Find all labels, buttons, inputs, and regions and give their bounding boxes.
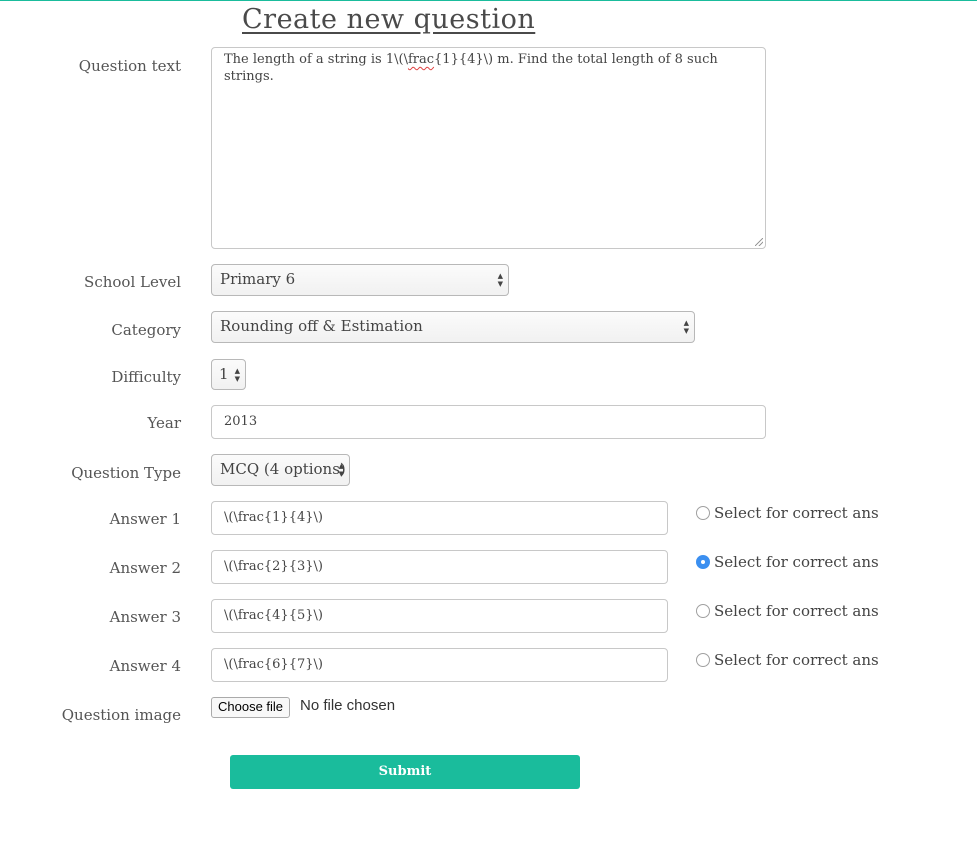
category-label: Category xyxy=(111,321,181,339)
answer-4-label: Answer 4 xyxy=(109,657,181,675)
answer-3-label: Answer 3 xyxy=(109,608,181,626)
question-text-part: The length of a string is 1\(\ xyxy=(224,52,408,67)
category-select[interactable]: Rounding off & Estimation ▲ ▼ xyxy=(211,311,695,343)
answer-1-label: Answer 1 xyxy=(109,510,181,528)
answer-4-radio-label: Select for correct ans xyxy=(714,651,879,669)
difficulty-select[interactable]: 1 ▲ ▼ xyxy=(211,359,246,390)
answer-1-correct-option[interactable]: Select for correct ans xyxy=(696,504,879,522)
answer-1-radio[interactable] xyxy=(696,506,710,520)
select-arrows-icon: ▲ ▼ xyxy=(683,319,689,335)
question-text-area[interactable]: The length of a string is 1\(\frac{1}{4}… xyxy=(211,47,766,249)
answer-1-value: \(\frac{1}{4}\) xyxy=(224,510,323,525)
answer-2-input[interactable]: \(\frac{2}{3}\) xyxy=(211,550,668,584)
answer-4-correct-option[interactable]: Select for correct ans xyxy=(696,651,879,669)
select-arrows-icon: ▲ ▼ xyxy=(338,462,344,478)
question-type-label: Question Type xyxy=(71,464,181,482)
top-accent-line xyxy=(0,0,977,1)
answer-4-radio[interactable] xyxy=(696,653,710,667)
question-text-label: Question text xyxy=(78,57,181,75)
difficulty-value: 1 xyxy=(219,365,229,383)
year-label: Year xyxy=(147,414,181,432)
difficulty-label: Difficulty xyxy=(111,368,181,386)
answer-3-input[interactable]: \(\frac{4}{5}\) xyxy=(211,599,668,633)
answer-2-value: \(\frac{2}{3}\) xyxy=(224,559,323,574)
year-value: 2013 xyxy=(224,414,258,429)
answer-2-radio[interactable] xyxy=(696,555,710,569)
category-value: Rounding off & Estimation xyxy=(220,317,423,335)
school-level-value: Primary 6 xyxy=(220,270,296,288)
spellcheck-word: frac xyxy=(407,52,435,67)
answer-1-input[interactable]: \(\frac{1}{4}\) xyxy=(211,501,668,535)
answer-3-correct-option[interactable]: Select for correct ans xyxy=(696,602,879,620)
school-level-label: School Level xyxy=(84,273,181,291)
answer-2-correct-option[interactable]: Select for correct ans xyxy=(696,553,879,571)
answer-2-radio-label: Select for correct ans xyxy=(714,553,879,571)
resize-handle-icon[interactable] xyxy=(755,238,763,246)
choose-file-button[interactable]: Choose file xyxy=(211,697,291,718)
answer-1-radio-label: Select for correct ans xyxy=(714,504,879,522)
select-arrows-icon: ▲ ▼ xyxy=(497,272,503,288)
submit-button[interactable]: Submit xyxy=(230,755,580,789)
answer-3-radio-label: Select for correct ans xyxy=(714,602,879,620)
year-input[interactable]: 2013 xyxy=(211,405,766,439)
answer-4-input[interactable]: \(\frac{6}{7}\) xyxy=(211,648,668,682)
question-type-value: MCQ (4 options) xyxy=(220,460,346,478)
question-image-label: Question image xyxy=(61,706,181,724)
page-title: Create new question xyxy=(242,4,536,35)
answer-3-radio[interactable] xyxy=(696,604,710,618)
answer-2-label: Answer 2 xyxy=(109,559,181,577)
file-status-text: No file chosen xyxy=(300,697,396,714)
answer-3-value: \(\frac{4}{5}\) xyxy=(224,608,323,623)
select-arrows-icon: ▲ ▼ xyxy=(234,366,240,383)
answer-4-value: \(\frac{6}{7}\) xyxy=(224,657,323,672)
question-type-select[interactable]: MCQ (4 options) ▲ ▼ xyxy=(211,454,350,486)
school-level-select[interactable]: Primary 6 ▲ ▼ xyxy=(211,264,509,296)
